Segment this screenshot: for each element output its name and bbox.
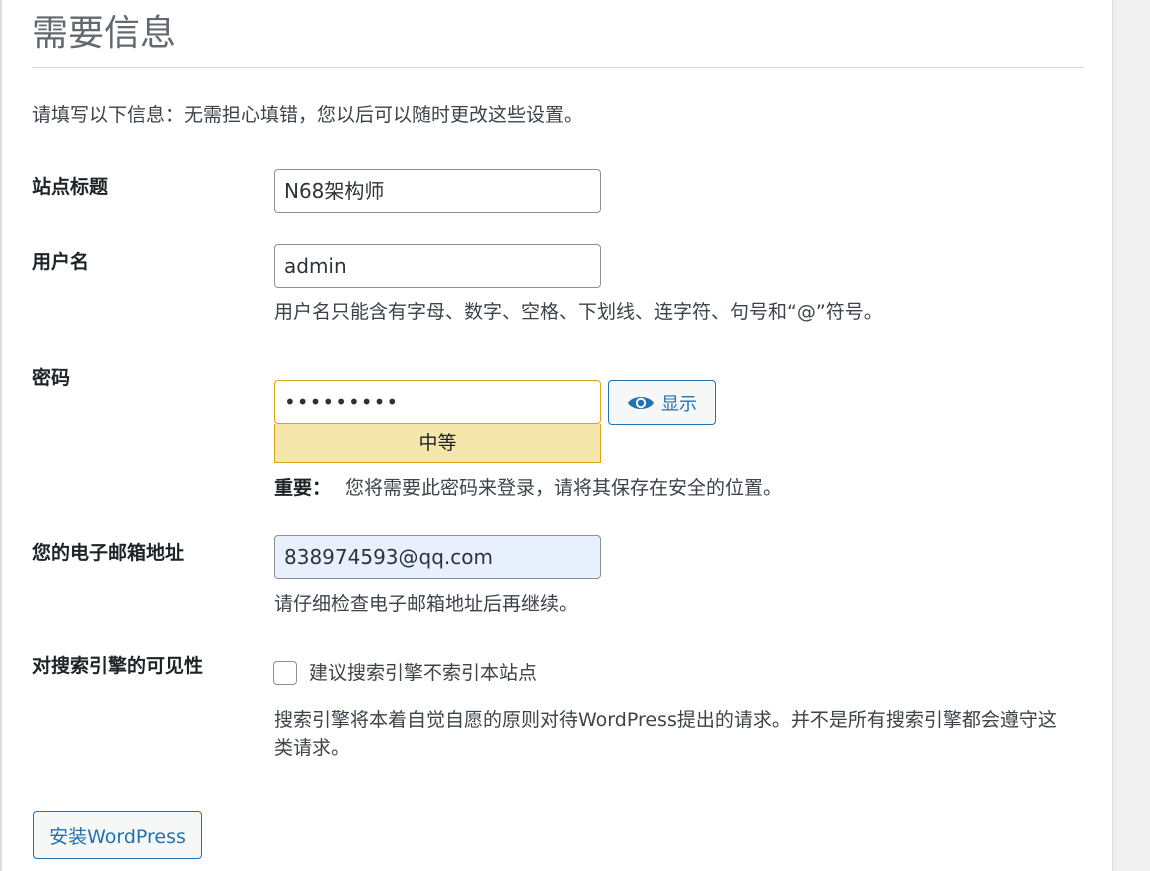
site-title-input[interactable]: N68架构师 xyxy=(274,169,601,213)
password-strength-meter: 中等 xyxy=(274,424,601,463)
email-input[interactable]: 838974593@qq.com xyxy=(274,535,601,579)
important-text: 您将需要此密码来登录，请将其保存在安全的位置。 xyxy=(345,477,783,499)
email-hint: 请仔细检查电子邮箱地址后再继续。 xyxy=(274,593,579,615)
email-label: 您的电子邮箱地址 xyxy=(32,542,185,564)
eye-icon xyxy=(627,393,655,413)
password-input[interactable]: ••••••••• xyxy=(274,380,601,424)
right-background-panel xyxy=(1112,0,1150,871)
noindex-checkbox[interactable] xyxy=(273,661,297,685)
page-title: 需要信息 xyxy=(32,13,177,54)
noindex-checkbox-label[interactable]: 建议搜索引擎不索引本站点 xyxy=(309,659,537,687)
password-label: 密码 xyxy=(32,367,71,389)
username-label: 用户名 xyxy=(32,251,90,273)
search-visibility-hint: 搜索引擎将本着自觉自愿的原则对待WordPress提出的请求。并不是所有搜索引擎… xyxy=(274,709,1057,759)
left-border xyxy=(0,0,2,871)
username-hint: 用户名只能含有字母、数字、空格、下划线、连字符、句号和“@”符号。 xyxy=(274,301,883,323)
intro-text: 请填写以下信息：无需担心填错，您以后可以随时更改这些设置。 xyxy=(32,104,584,126)
important-label: 重要： xyxy=(274,477,332,499)
show-password-label: 显示 xyxy=(661,393,697,415)
password-important-note: 重要： 您将需要此密码来登录，请将其保存在安全的位置。 xyxy=(274,474,782,502)
search-visibility-label: 对搜索引擎的可见性 xyxy=(32,655,204,677)
install-wordpress-button[interactable]: 安装WordPress xyxy=(33,811,202,859)
title-divider xyxy=(32,67,1084,68)
site-title-label: 站点标题 xyxy=(32,176,109,198)
install-form-page: 需要信息 请填写以下信息：无需担心填错，您以后可以随时更改这些设置。 站点标题 … xyxy=(0,0,1150,871)
show-password-button[interactable]: 显示 xyxy=(608,380,716,425)
username-input[interactable]: admin xyxy=(274,244,601,288)
